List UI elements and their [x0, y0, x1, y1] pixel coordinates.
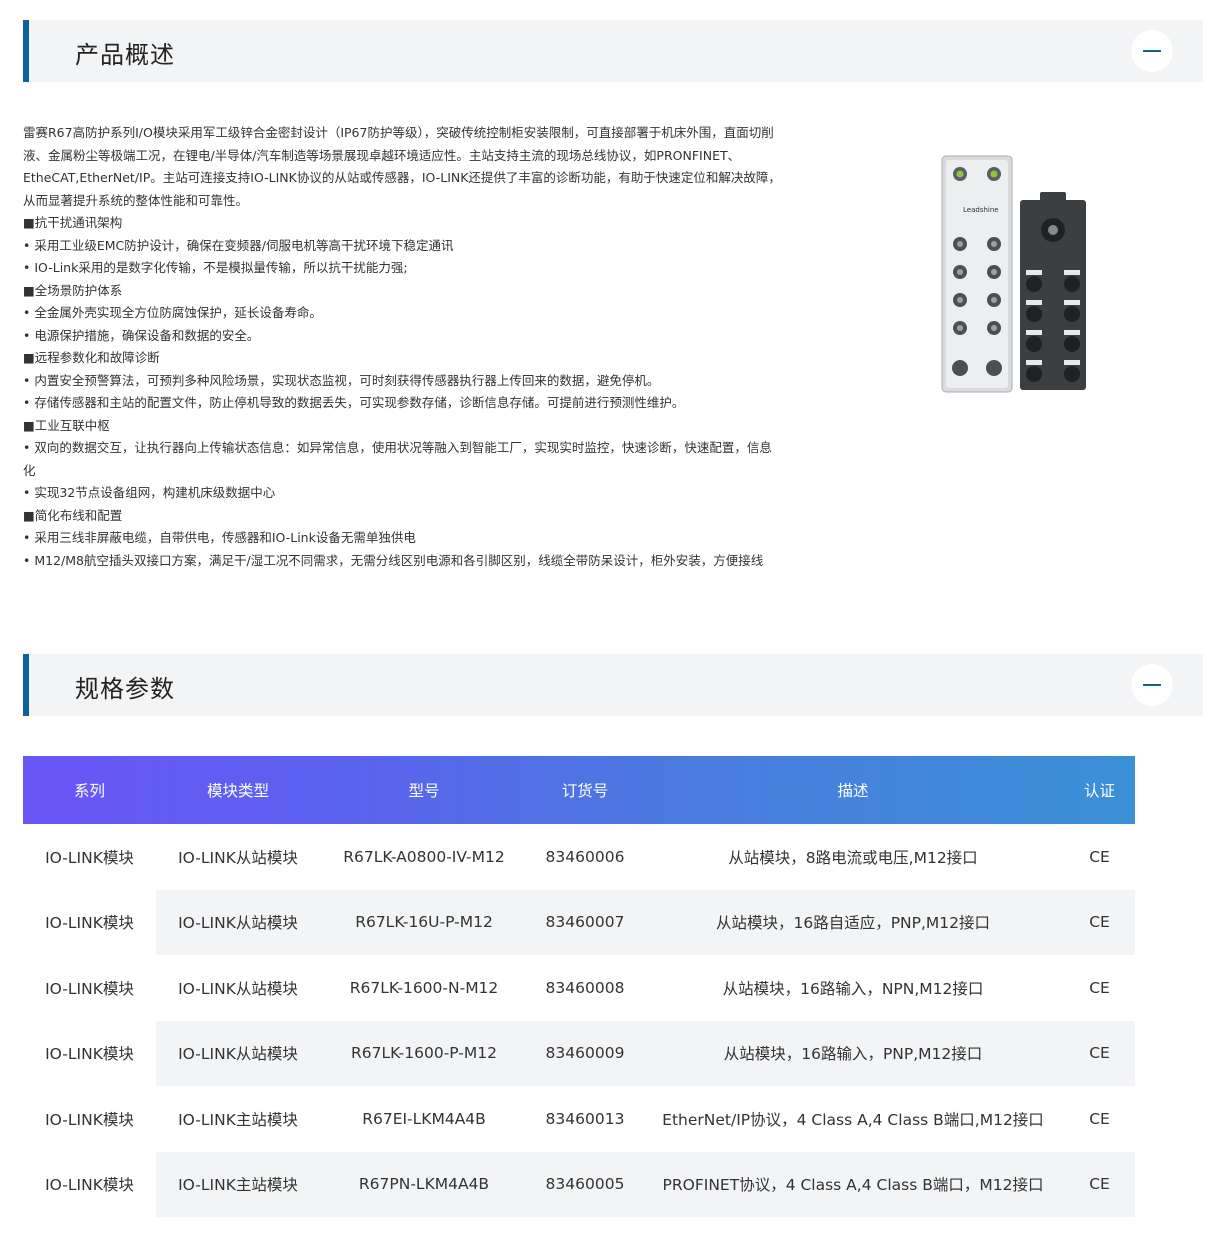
specs-collapse-button[interactable] — [1131, 664, 1173, 706]
table-row: IO-LINK模块 IO-LINK从站模块 R67LK-A0800-IV-M12… — [23, 824, 1135, 890]
cell-series: IO-LINK模块 — [45, 914, 134, 933]
overview-title: 产品概述 — [75, 41, 175, 69]
feature-heading: ■工业互联中枢 — [23, 417, 110, 433]
product-image: Leadshine — [941, 155, 1086, 393]
cell-description: PROFINET协议，4 Class A,4 Class B端口，M12接口 — [642, 1151, 1064, 1217]
cell-module-type: IO-LINK从站模块 — [156, 889, 320, 955]
cell-model: R67LK-1600-N-M12 — [349, 978, 499, 997]
cell-series: IO-LINK模块 — [45, 979, 134, 998]
feature-bullet: • 全金属外壳实现全方位防腐蚀保护，延长设备寿命。 — [23, 305, 322, 320]
table-row: IO-LINK模块 IO-LINK主站模块 R67PN-LKM4A4B 8346… — [23, 1151, 1135, 1217]
cell-module-type: IO-LINK主站模块 — [178, 1110, 298, 1129]
black-module — [1020, 192, 1086, 390]
column-header-module-type: 模块类型 — [206, 782, 269, 800]
cell-description: 从站模块，8路电流或电压,M12接口 — [728, 848, 978, 867]
cell-certification: CE — [1064, 1151, 1135, 1217]
cell-order-number: 83460008 — [545, 978, 625, 997]
overview-collapse-button[interactable] — [1131, 30, 1173, 72]
column-header-description: 描述 — [837, 782, 869, 800]
silver-module: Leadshine — [941, 155, 1013, 393]
overview-description: 雷赛R67高防护系列I/O模块采用军工级锌合金密封设计（IP67防护等级），突破… — [23, 122, 783, 572]
column-header-order-number: 订货号 — [561, 782, 609, 800]
brand-label: Leadshine — [963, 206, 999, 214]
overview-section-header: 产品概述 — [23, 20, 1203, 82]
cell-certification: CE — [1064, 889, 1135, 955]
cell-certification: CE — [1089, 847, 1110, 866]
cell-certification: CE — [1089, 1109, 1110, 1128]
feature-bullet: • 双向的数据交互，让执行器向上传输状态信息：如异常信息，使用状况等融入到智能工… — [23, 440, 772, 478]
cell-module-type: IO-LINK从站模块 — [156, 1020, 320, 1086]
cell-description: 从站模块，16路输入，PNP,M12接口 — [642, 1020, 1064, 1086]
cell-description: 从站模块，16路输入，NPN,M12接口 — [722, 979, 984, 998]
feature-bullet: • IO-Link采用的是数字化传输，不是模拟量传输，所以抗干扰能力强; — [23, 260, 408, 275]
feature-bullet: • 电源保护措施，确保设备和数据的安全。 — [23, 327, 260, 343]
feature-bullet: • 采用工业级EMC防护设计，确保在变频器/伺服电机等高干扰环境下稳定通讯 — [23, 237, 454, 253]
column-header-series: 系列 — [73, 782, 105, 800]
cell-series: IO-LINK模块 — [45, 1176, 134, 1195]
feature-heading: ■全场景防护体系 — [23, 282, 123, 298]
cell-model: R67LK-A0800-IV-M12 — [343, 847, 505, 866]
cell-order-number: 83460013 — [545, 1109, 625, 1128]
table-row: IO-LINK模块 IO-LINK主站模块 R67EI-LKM4A4B 8346… — [23, 1086, 1135, 1152]
feature-bullet: • 内置安全预警算法，可预判多种风险场景，实现状态监视，可时刻获得传感器执行器上… — [23, 372, 660, 388]
table-header-row: 系列 模块类型 型号 订货号 描述 认证 — [23, 756, 1135, 824]
cell-model: R67EI-LKM4A4B — [362, 1109, 486, 1128]
table-row: IO-LINK模块 IO-LINK从站模块 R67LK-1600-P-M12 8… — [23, 1020, 1135, 1086]
spec-table: 系列 模块类型 型号 订货号 描述 认证 IO-LINK模块 IO-LINK从站… — [23, 756, 1135, 1217]
cell-series: IO-LINK模块 — [45, 848, 134, 867]
column-header-model: 型号 — [408, 782, 440, 800]
cell-module-type: IO-LINK主站模块 — [156, 1151, 320, 1217]
cell-certification: CE — [1089, 978, 1110, 997]
overview-intro: 雷赛R67高防护系列I/O模块采用军工级锌合金密封设计（IP67防护等级），突破… — [23, 125, 781, 208]
feature-heading: ■远程参数化和故障诊断 — [23, 350, 160, 365]
feature-bullet: • M12/M8航空插头双接口方案，满足干/湿工况不同需求，无需分线区别电源和各… — [23, 552, 764, 568]
cell-order-number: 83460009 — [528, 1020, 642, 1086]
feature-bullet: • 存储传感器和主站的配置文件，防止停机导致的数据丢失，可实现参数存储，诊断信息… — [23, 395, 685, 410]
feature-heading: ■简化布线和配置 — [23, 507, 123, 523]
table-row: IO-LINK模块 IO-LINK从站模块 R67LK-1600-N-M12 8… — [23, 955, 1135, 1021]
cell-module-type: IO-LINK从站模块 — [178, 979, 298, 998]
cell-model: R67LK-16U-P-M12 — [320, 889, 528, 955]
feature-heading: ■抗干扰通讯架构 — [23, 215, 123, 230]
column-header-certification: 认证 — [1083, 782, 1115, 800]
feature-bullet: • 采用三线非屏蔽电缆，自带供电，传感器和IO-Link设备无需单独供电 — [23, 530, 416, 545]
specs-title: 规格参数 — [75, 675, 175, 703]
cell-series: IO-LINK模块 — [45, 1110, 134, 1129]
cell-certification: CE — [1064, 1020, 1135, 1086]
feature-bullet: • 实现32节点设备组网，构建机床级数据中心 — [23, 485, 276, 500]
specs-section-header: 规格参数 — [23, 654, 1203, 716]
cell-description: EtherNet/IP协议，4 Class A,4 Class B端口,M12接… — [662, 1110, 1044, 1129]
cell-order-number: 83460005 — [528, 1151, 642, 1217]
cell-module-type: IO-LINK从站模块 — [178, 848, 298, 867]
minus-icon — [1143, 50, 1161, 52]
cell-series: IO-LINK模块 — [45, 1045, 134, 1064]
minus-icon — [1143, 684, 1161, 686]
cell-model: R67PN-LKM4A4B — [320, 1151, 528, 1217]
cell-model: R67LK-1600-P-M12 — [320, 1020, 528, 1086]
cell-order-number: 83460007 — [528, 889, 642, 955]
cell-order-number: 83460006 — [545, 847, 625, 866]
cell-description: 从站模块，16路自适应，PNP,M12接口 — [642, 889, 1064, 955]
table-row: IO-LINK模块 IO-LINK从站模块 R67LK-16U-P-M12 83… — [23, 889, 1135, 955]
